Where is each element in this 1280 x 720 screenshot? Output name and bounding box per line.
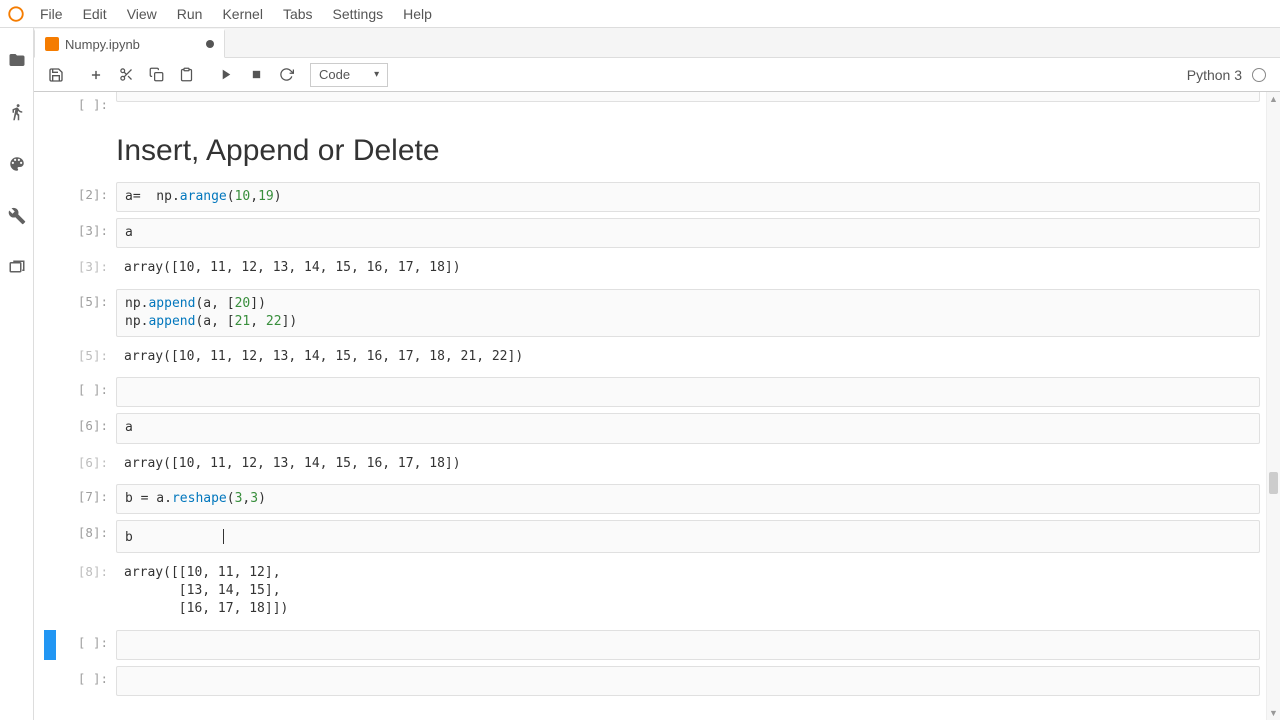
scrollbar[interactable]: ▲ ▼	[1266, 92, 1280, 720]
notebook-area[interactable]: [ ]: Insert, Append or Delete [2]:a= np.…	[34, 92, 1280, 720]
tabs-icon[interactable]	[7, 258, 27, 278]
scroll-down-icon[interactable]: ▼	[1267, 706, 1280, 720]
kernel-status-icon[interactable]	[1252, 68, 1266, 82]
menubar: File Edit View Run Kernel Tabs Settings …	[0, 0, 1280, 28]
cell-prompt: [8]:	[60, 520, 116, 553]
cell-prompt: [ ]:	[60, 666, 116, 696]
wrench-icon[interactable]	[7, 206, 27, 226]
code-cell[interactable]: [7]:b = a.reshape(3,3)	[44, 484, 1260, 514]
cell-prompt: [6]:	[60, 450, 116, 478]
code-cell[interactable]: [5]:np.append(a, [20]) np.append(a, [21,…	[44, 289, 1260, 337]
cell-input[interactable]	[116, 377, 1260, 407]
cell-input[interactable]: a	[116, 413, 1260, 443]
cell-input[interactable]: b = a.reshape(3,3)	[116, 484, 1260, 514]
cell-output: array([10, 11, 12, 13, 14, 15, 16, 17, 1…	[116, 450, 1260, 478]
add-cell-button[interactable]	[82, 62, 110, 88]
save-button[interactable]	[42, 62, 70, 88]
menu-file[interactable]: File	[30, 0, 73, 27]
cell-prompt: [7]:	[60, 484, 116, 514]
folder-icon[interactable]	[7, 50, 27, 70]
notebook-toolbar: Code ▾ Python 3	[34, 58, 1280, 92]
code-cell[interactable]: [ ]:	[44, 630, 1260, 660]
cell-prompt: [6]:	[60, 413, 116, 443]
palette-icon[interactable]	[7, 154, 27, 174]
output-cell[interactable]: [5]:array([10, 11, 12, 13, 14, 15, 16, 1…	[44, 343, 1260, 371]
kernel-name[interactable]: Python 3	[1187, 67, 1242, 83]
cell-prompt: [5]:	[60, 343, 116, 371]
left-sidebar	[0, 28, 34, 720]
menu-edit[interactable]: Edit	[73, 0, 117, 27]
celltype-select[interactable]: Code ▾	[310, 63, 388, 87]
cell-prompt: [8]:	[60, 559, 116, 624]
cell-prompt: [3]:	[60, 254, 116, 282]
code-cell[interactable]: [ ]:	[44, 666, 1260, 696]
code-cell[interactable]: [2]:a= np.arange(10,19)	[44, 182, 1260, 212]
notebook-icon	[45, 37, 59, 51]
code-cell[interactable]: [ ]:	[44, 377, 1260, 407]
cell-input[interactable]	[116, 630, 1260, 660]
cell-input[interactable]: np.append(a, [20]) np.append(a, [21, 22]…	[116, 289, 1260, 337]
cell-input[interactable]	[116, 666, 1260, 696]
markdown-cell[interactable]: Insert, Append or Delete	[44, 118, 1260, 176]
cell-output: array([10, 11, 12, 13, 14, 15, 16, 17, 1…	[116, 343, 1260, 371]
running-icon[interactable]	[7, 102, 27, 122]
cell-prompt: [ ]:	[60, 630, 116, 660]
code-cell[interactable]: [8]:b	[44, 520, 1260, 553]
scroll-up-icon[interactable]: ▲	[1267, 92, 1280, 106]
code-cell[interactable]: [6]:a	[44, 413, 1260, 443]
output-cell[interactable]: [3]:array([10, 11, 12, 13, 14, 15, 16, 1…	[44, 254, 1260, 282]
menu-tabs[interactable]: Tabs	[273, 0, 323, 27]
run-button[interactable]	[212, 62, 240, 88]
cell-prompt: [3]:	[60, 218, 116, 248]
cell-prompt: [ ]:	[60, 377, 116, 407]
heading: Insert, Append or Delete	[116, 134, 1260, 168]
menu-view[interactable]: View	[117, 0, 167, 27]
menu-help[interactable]: Help	[393, 0, 442, 27]
copy-button[interactable]	[142, 62, 170, 88]
cell-prompt: [2]:	[60, 182, 116, 212]
cell-prompt: [ ]:	[60, 92, 116, 112]
unsaved-indicator-icon	[206, 40, 214, 48]
code-cell[interactable]: [3]:a	[44, 218, 1260, 248]
cell-output: array([10, 11, 12, 13, 14, 15, 16, 17, 1…	[116, 254, 1260, 282]
restart-button[interactable]	[272, 62, 300, 88]
paste-button[interactable]	[172, 62, 200, 88]
cell-output: array([[10, 11, 12], [13, 14, 15], [16, …	[116, 559, 1260, 624]
tab-title: Numpy.ipynb	[65, 37, 140, 52]
cell-prompt: [5]:	[60, 289, 116, 337]
chevron-down-icon: ▾	[374, 69, 379, 80]
output-cell[interactable]: [6]:array([10, 11, 12, 13, 14, 15, 16, 1…	[44, 450, 1260, 478]
menu-run[interactable]: Run	[167, 0, 213, 27]
cell-input[interactable]: b	[116, 520, 1260, 553]
code-cell[interactable]: [ ]:	[44, 92, 1260, 112]
menu-settings[interactable]: Settings	[323, 0, 394, 27]
stop-button[interactable]	[242, 62, 270, 88]
jupyter-logo	[2, 0, 30, 28]
notebook-tab[interactable]: Numpy.ipynb	[34, 29, 225, 58]
celltype-value: Code	[319, 67, 350, 82]
tab-bar: Numpy.ipynb	[34, 28, 1280, 58]
menu-kernel[interactable]: Kernel	[212, 0, 272, 27]
cell-input[interactable]: a	[116, 218, 1260, 248]
cut-button[interactable]	[112, 62, 140, 88]
output-cell[interactable]: [8]:array([[10, 11, 12], [13, 14, 15], […	[44, 559, 1260, 624]
cell-input[interactable]: a= np.arange(10,19)	[116, 182, 1260, 212]
scroll-thumb[interactable]	[1269, 472, 1278, 494]
